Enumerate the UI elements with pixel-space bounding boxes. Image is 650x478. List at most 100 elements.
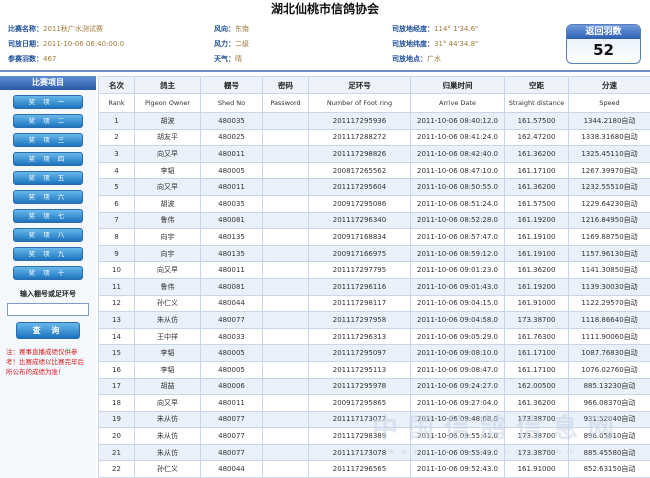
table-cell: 17: [98, 377, 135, 396]
award-button-2[interactable]: 奖 项 二: [13, 114, 83, 128]
table-cell: 201117288272: [308, 128, 411, 147]
table-cell: [262, 211, 309, 230]
table-cell: 2011-10-06 09:04:58.0: [410, 311, 505, 329]
table-cell: [262, 277, 309, 296]
award-button-7[interactable]: 奖 项 七: [13, 209, 83, 223]
table-cell: 161.36200: [504, 178, 569, 196]
award-button-4[interactable]: 奖 项 四: [13, 152, 83, 166]
table-cell: [262, 410, 309, 429]
table-cell: 9: [98, 244, 135, 263]
table-cell: 852.63150自动: [568, 460, 650, 478]
table-cell: 16: [98, 360, 135, 379]
award-button-9[interactable]: 奖 项 九: [13, 247, 83, 261]
race-name: 比赛名称：2011秋广水测试赛: [8, 25, 103, 33]
column-subheader: Password: [262, 93, 309, 113]
table-row: 16 李韬 480005 201117295113 2011-10-06 09:08:4…: [98, 360, 650, 379]
award-button-3[interactable]: 奖 项 三: [13, 133, 83, 147]
table-row: 1 胡波 480035 201117295936 2011-10-06 08:40:12…: [98, 112, 650, 130]
table-cell: 22: [98, 460, 135, 478]
table-cell: 480044: [200, 460, 263, 478]
table-cell: 朱从仿: [134, 427, 201, 445]
table-cell: 201117296565: [308, 460, 411, 478]
table-cell: 2011-10-06 08:52:28.0: [410, 211, 505, 230]
table-cell: 2011-10-06 09:52:43.0: [410, 460, 505, 478]
table-cell: 1338.31680自动: [568, 128, 650, 147]
column-header: 分速: [568, 76, 650, 94]
query-button[interactable]: 查 询: [16, 322, 80, 339]
table-cell: 2011-10-06 09:08:47.0: [410, 360, 505, 379]
table-cell: 2011-10-06 08:40:12.0: [410, 112, 505, 130]
table-cell: 2011-10-06 08:51:24.0: [410, 194, 505, 213]
header-divider: [0, 70, 650, 72]
table-cell: 2: [98, 128, 135, 147]
table-cell: 向宇: [134, 244, 201, 263]
award-button-5[interactable]: 奖 项 五: [13, 171, 83, 185]
award-button-10[interactable]: 奖 项 十: [13, 266, 83, 280]
table-cell: 885.13230自动: [568, 377, 650, 396]
table-cell: 3: [98, 145, 135, 163]
column-header: 棚号: [200, 76, 263, 94]
table-cell: 向又早: [134, 145, 201, 163]
table-cell: 2011-10-06 08:57:47.0: [410, 228, 505, 246]
table-cell: 朱从仿: [134, 443, 201, 462]
award-button-1[interactable]: 奖 项 一: [13, 95, 83, 109]
table-cell: 朱从仿: [134, 410, 201, 429]
table-cell: 13: [98, 311, 135, 329]
table-cell: 480135: [200, 228, 263, 246]
table-cell: 21: [98, 443, 135, 462]
table-cell: 14: [98, 327, 135, 346]
race-info-row-2: 司放日期：2011-10-06 06:40:00.0 风力：二级 司放地纬度：31°…: [8, 37, 548, 52]
table-cell: 480025: [200, 128, 263, 147]
table-cell: 161.19100: [504, 244, 569, 263]
return-count-title: 返回羽数: [567, 25, 640, 39]
search-input[interactable]: [7, 303, 89, 316]
table-cell: 480077: [200, 410, 263, 429]
table-cell: 161.17100: [504, 360, 569, 379]
table-cell: 162.00500: [504, 377, 569, 396]
column-subheader: Straight distance: [504, 93, 569, 113]
site-watermark-url: www.chinaxinge.com: [388, 447, 581, 456]
sidebar-header: 比赛项目: [0, 76, 96, 90]
table-cell: [262, 311, 309, 329]
table-cell: 201117296116: [308, 277, 411, 296]
table-cell: 1344.2180自动: [568, 112, 650, 130]
table-cell: [262, 360, 309, 379]
table-cell: 胡波: [134, 112, 201, 130]
table-cell: 向又早: [134, 178, 201, 196]
weather: 天气：晴: [214, 55, 242, 63]
table-cell: 11: [98, 277, 135, 296]
table-cell: 200817265562: [308, 161, 411, 180]
table-cell: 480035: [200, 112, 263, 130]
column-subheader: Pigeon Owner: [134, 93, 201, 113]
table-header-row: 名次 鸽主 棚号 密码 足环号 归巢时间 空距 分速: [98, 76, 650, 94]
table-cell: [262, 178, 309, 196]
table-row: 4 李韬 480005 200817265562 2011-10-06 08:47:10…: [98, 161, 650, 180]
page-title: 湖北仙桃市信鸽协会: [270, 2, 379, 16]
table-row: 15 李韬 480005 201117295097 2011-10-06 09:08:1…: [98, 344, 650, 362]
table-cell: 201117297958: [308, 311, 411, 329]
table-cell: 201117295113: [308, 360, 411, 379]
table-cell: 200917166975: [308, 244, 411, 263]
table-cell: 2011-10-06 09:01:23.0: [410, 261, 505, 279]
table-cell: 480044: [200, 294, 263, 313]
table-cell: 孙仁义: [134, 294, 201, 313]
table-cell: [262, 377, 309, 396]
wind-force: 风力：二级: [214, 40, 249, 48]
table-cell: 李韬: [134, 344, 201, 362]
table-cell: 19: [98, 410, 135, 429]
return-count-value: 52: [593, 41, 614, 59]
column-subheader: Arrive Date: [410, 93, 505, 113]
table-cell: 1139.30030自动: [568, 277, 650, 296]
table-row: 9 向宇 480135 200917166975 2011-10-06 08:59:12…: [98, 244, 650, 263]
column-header: 鸽主: [134, 76, 201, 94]
table-row: 11 鲁伟 480081 201117296116 2011-10-06 09:01:4…: [98, 277, 650, 296]
table-cell: [262, 394, 309, 412]
table-cell: 朱从仿: [134, 311, 201, 329]
award-button-8[interactable]: 奖 项 八: [13, 228, 83, 242]
table-cell: 162.47200: [504, 128, 569, 147]
award-button-6[interactable]: 奖 项 六: [13, 190, 83, 204]
table-cell: 2011-10-06 09:08:10.0: [410, 344, 505, 362]
table-subheader-row: Rank Pigeon Owner Shed No Password Number of…: [98, 93, 650, 113]
award-list: 奖 项 一奖 项 二奖 项 三奖 项 四奖 项 五奖 项 六奖 项 七奖 项 八…: [0, 95, 96, 280]
table-cell: 2011-10-06 08:59:12.0: [410, 244, 505, 263]
